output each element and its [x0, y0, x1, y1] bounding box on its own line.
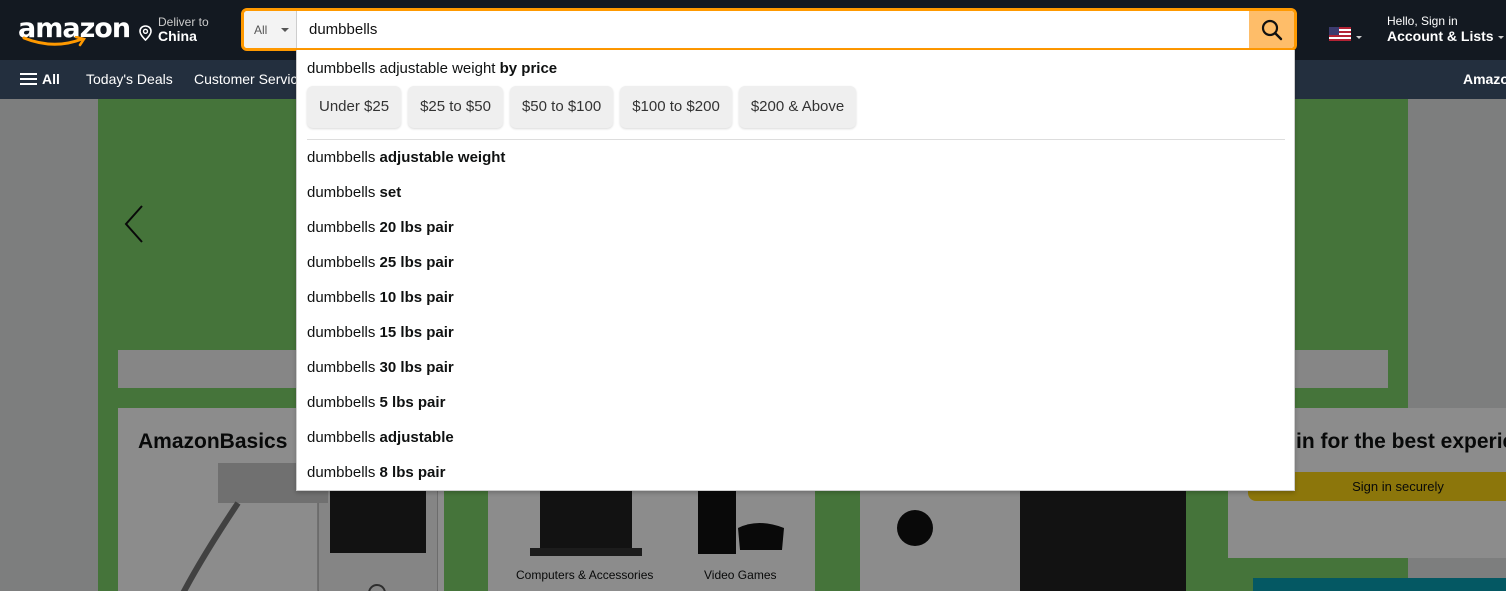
search-suggestions-dropdown: dumbbells adjustable weight by price Und…: [296, 50, 1295, 491]
price-chip-200-above[interactable]: $200 & Above: [738, 86, 857, 128]
price-chip-50-100[interactable]: $50 to $100: [509, 86, 614, 128]
caret-down-icon: [281, 28, 289, 32]
search-input[interactable]: [299, 11, 1249, 48]
price-chip-25-50[interactable]: $25 to $50: [408, 86, 503, 128]
suggestion-item[interactable]: dumbbells adjustable: [307, 429, 454, 446]
account-greeting: Hello, Sign in: [1387, 14, 1458, 28]
language-caret-icon: [1356, 36, 1362, 39]
suggestion-item[interactable]: dumbbells 5 lbs pair: [307, 394, 445, 411]
suggestion-by-price[interactable]: dumbbells adjustable weight by price: [307, 60, 557, 77]
suggestion-item[interactable]: dumbbells adjustable weight: [307, 149, 505, 166]
suggestion-item[interactable]: dumbbells 25 lbs pair: [307, 254, 454, 271]
account-lists-label: Account & Lists: [1387, 28, 1494, 44]
nav-item-amazon-promo[interactable]: Amazo: [1463, 71, 1506, 87]
suggestion-item[interactable]: dumbbells 20 lbs pair: [307, 219, 454, 236]
suggestion-item[interactable]: dumbbells 10 lbs pair: [307, 289, 454, 306]
us-flag-icon[interactable]: [1329, 27, 1351, 41]
search-button[interactable]: [1249, 11, 1294, 48]
nav-all-label: All: [42, 71, 60, 87]
suggestion-item[interactable]: dumbbells 15 lbs pair: [307, 324, 454, 341]
divider: [307, 139, 1285, 140]
location-pin-icon: [139, 25, 152, 41]
deliver-label: Deliver to: [158, 15, 209, 29]
suggestion-item[interactable]: dumbbells set: [307, 184, 401, 201]
nav-item-customer-service[interactable]: Customer Servic: [194, 71, 297, 87]
price-chip-100-200[interactable]: $100 to $200: [620, 86, 732, 128]
amazon-logo[interactable]: amazon: [18, 10, 131, 50]
search-bar: All: [241, 8, 1297, 51]
search-category-label: All: [254, 23, 268, 37]
account-menu[interactable]: Hello, Sign in Account & Lists: [1387, 14, 1504, 44]
account-caret-icon: [1497, 35, 1504, 39]
nav-all-menu[interactable]: All: [20, 71, 60, 87]
deliver-country: China: [158, 28, 197, 44]
search-icon: [1261, 19, 1282, 40]
suggestion-item[interactable]: dumbbells 8 lbs pair: [307, 464, 445, 481]
hamburger-icon: [20, 72, 37, 86]
price-chip-under-25[interactable]: Under $25: [307, 86, 402, 128]
nav-item-todays-deals[interactable]: Today's Deals: [86, 71, 173, 87]
price-filter-row: Under $25 $25 to $50 $50 to $100 $100 to…: [307, 86, 857, 128]
smile-arrow-icon: [22, 36, 87, 47]
search-category-select[interactable]: All: [244, 11, 297, 48]
suggestion-item[interactable]: dumbbells 30 lbs pair: [307, 359, 454, 376]
